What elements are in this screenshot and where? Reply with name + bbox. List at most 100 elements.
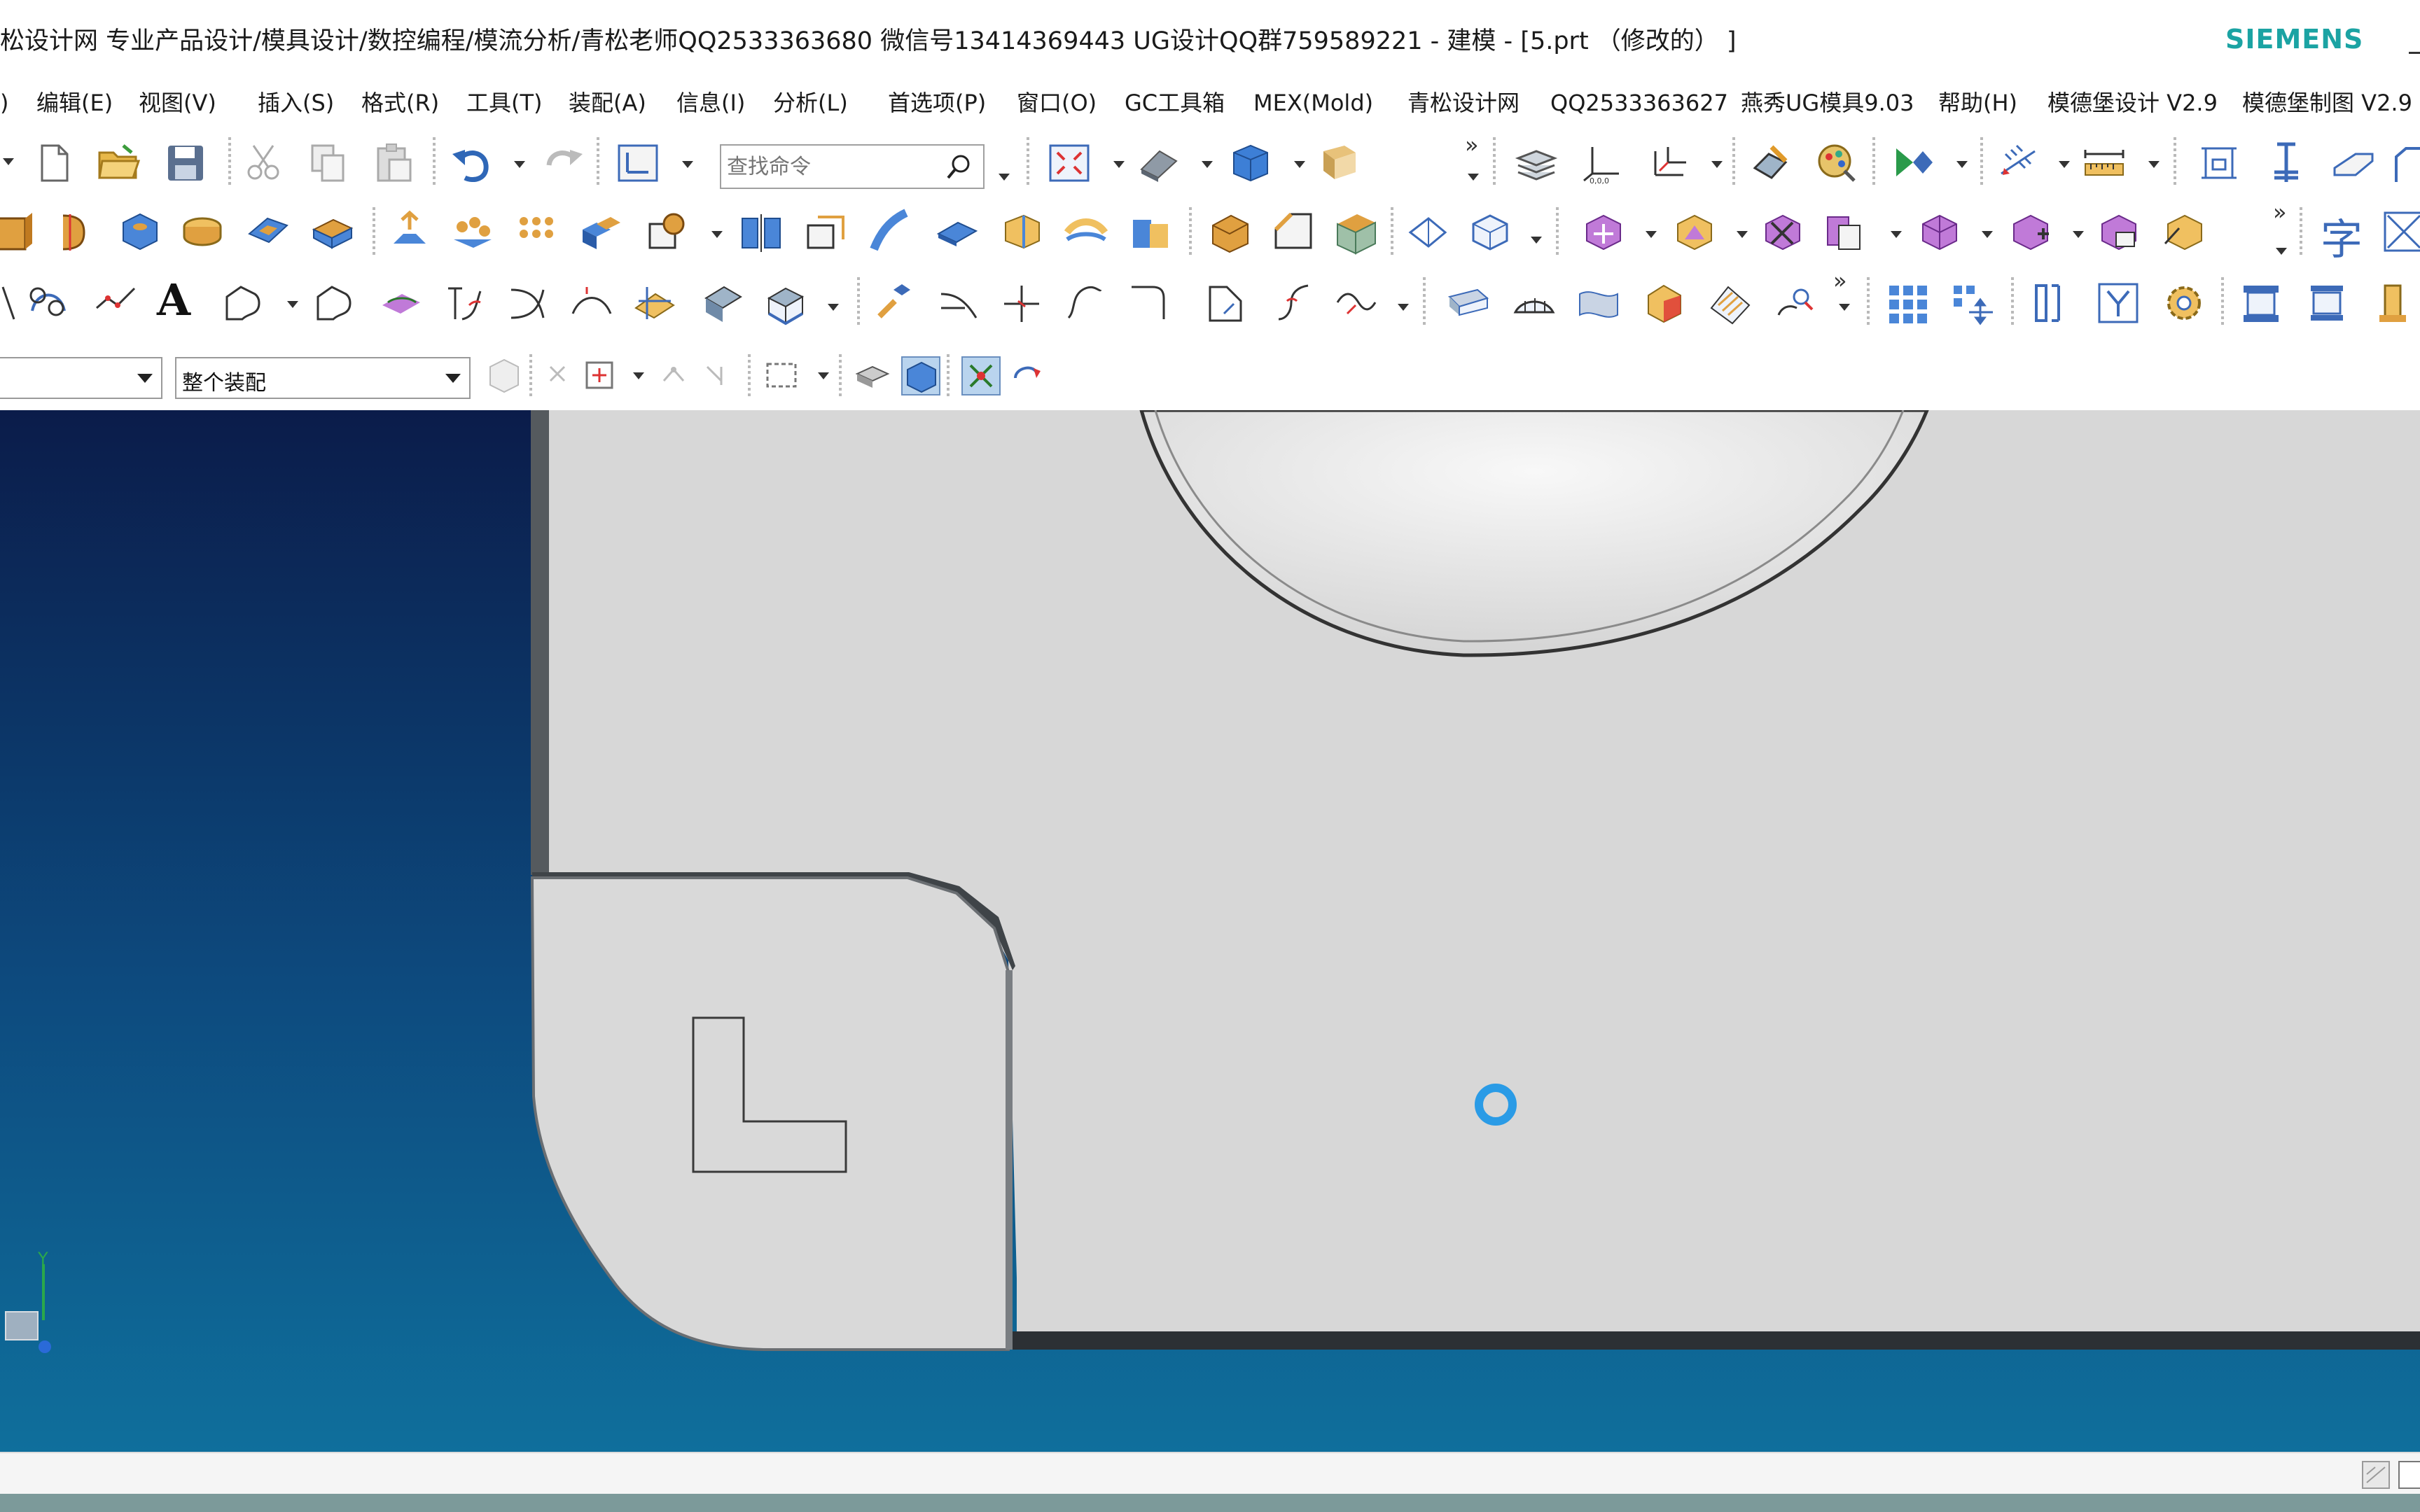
snap-control-icon[interactable] (697, 353, 744, 399)
polygon-icon[interactable] (220, 280, 266, 326)
menu-window[interactable]: 窗口(O) (1017, 85, 1097, 120)
snap-point-icon[interactable] (539, 353, 585, 399)
search-icon[interactable] (945, 153, 973, 181)
fit-view-icon[interactable] (1046, 140, 1092, 186)
ruler-measure-icon[interactable] (2081, 140, 2127, 186)
wcs-dynamics-icon[interactable] (1647, 140, 1693, 186)
orient-view-icon[interactable] (1227, 140, 1273, 186)
gear-icon[interactable] (2161, 280, 2207, 326)
mirror-feature-icon[interactable] (738, 209, 784, 255)
toolbar-overflow-chevron[interactable]: » (1465, 132, 1479, 158)
edit-parameters-icon[interactable] (872, 280, 919, 326)
menu-gc-toolkit[interactable]: GC工具箱 (1125, 85, 1225, 120)
window-controls-edge[interactable] (2409, 31, 2420, 54)
type-filter-select[interactable] (0, 357, 162, 399)
show-hide-dropdown[interactable] (1956, 161, 1968, 168)
select-features-icon[interactable] (850, 353, 896, 399)
rendering-dropdown[interactable] (1202, 161, 1213, 168)
menu-edit[interactable]: 编辑(E) (36, 85, 113, 120)
curve-more-dropdown[interactable] (1398, 304, 1409, 311)
menu-format[interactable]: 格式(R) (361, 85, 439, 120)
menu-mex-mold[interactable]: MEX(Mold) (1253, 85, 1373, 120)
rectangle-select-icon[interactable] (760, 353, 807, 399)
revolve-icon[interactable] (52, 209, 98, 255)
subtract-icon[interactable] (644, 209, 690, 255)
y-split-icon[interactable] (2095, 280, 2141, 326)
surface-edit-icon[interactable] (1405, 209, 1451, 255)
polyline-icon[interactable] (92, 280, 139, 326)
lifter-icon[interactable] (2389, 140, 2420, 186)
pull-dropdown[interactable] (1737, 231, 1748, 238)
undo-dropdown[interactable] (514, 161, 525, 168)
toolbar-options-arrow[interactable] (2276, 248, 2287, 255)
menu-help[interactable]: 帮助(H) (1938, 85, 2017, 120)
menu-qingsong[interactable]: 青松设计网 (1407, 85, 1520, 120)
wcs-menu-arrow[interactable] (1711, 161, 1723, 168)
menu-yanxiu[interactable]: 燕秀UG模具9.03 (1741, 85, 1914, 120)
offset-dropdown[interactable] (1982, 231, 1993, 238)
unite-icon[interactable] (577, 209, 623, 255)
wireframe-icon[interactable] (1466, 209, 1512, 255)
edit-object-display-icon[interactable] (1748, 140, 1794, 186)
layer-stack-icon[interactable] (1512, 140, 1559, 186)
extract-curve-icon[interactable] (762, 280, 808, 326)
menu-view[interactable]: 视图(V) (139, 85, 216, 120)
menu-modebao-design[interactable]: 模德堡设计 V2.9 (2047, 85, 2218, 120)
pad-icon[interactable] (310, 209, 356, 255)
trim-corner-icon[interactable] (936, 280, 982, 326)
resize-dropdown[interactable] (2073, 231, 2084, 238)
new-file-icon[interactable] (31, 140, 77, 186)
pattern-feature-icon[interactable] (450, 209, 496, 255)
text-tool-icon[interactable]: A (157, 274, 190, 326)
snap-endpoint-icon[interactable] (580, 353, 626, 399)
ruled-surface-icon[interactable] (1511, 280, 1557, 326)
selection-scope-select[interactable]: 整个装配 (175, 357, 471, 399)
copy-icon[interactable] (305, 140, 352, 186)
hole-icon[interactable] (116, 209, 162, 255)
slider-icon[interactable] (2330, 140, 2377, 186)
object-color-icon[interactable] (1814, 140, 1860, 186)
toolbar-options-arrow[interactable] (1468, 174, 1479, 181)
show-snap-points-icon[interactable] (958, 353, 1004, 399)
open-folder-icon[interactable] (95, 140, 141, 186)
dimension-icon[interactable] (2381, 209, 2420, 255)
wcs-origin-icon[interactable]: 0,0,0 (1580, 140, 1626, 186)
project-curve-icon[interactable] (378, 280, 424, 326)
pocket-icon[interactable] (245, 209, 291, 255)
sheet-icon[interactable] (1203, 280, 1249, 326)
orient-dropdown[interactable] (1294, 161, 1305, 168)
select-mode-dropdown[interactable] (818, 372, 829, 379)
curve-edit-dropdown[interactable] (828, 304, 839, 311)
swept-surface-icon[interactable] (1576, 280, 1622, 326)
surface-dropdown[interactable] (1839, 304, 1850, 311)
resize-face-icon[interactable] (2007, 209, 2053, 255)
rendering-style-icon[interactable] (1136, 140, 1182, 186)
sweep-icon[interactable] (867, 209, 913, 255)
quick-pick-icon[interactable] (1006, 353, 1052, 399)
menu-insert[interactable]: 插入(S) (258, 85, 334, 120)
save-icon[interactable] (162, 140, 209, 186)
boss-icon[interactable] (179, 209, 225, 255)
wcs-display-icon[interactable] (615, 140, 661, 186)
menu-analysis[interactable]: 分析(L) (773, 85, 848, 120)
bridge-curve-icon[interactable] (569, 280, 615, 326)
delete-face-icon[interactable] (1759, 209, 1805, 255)
cut-icon[interactable] (241, 140, 287, 186)
pattern-face-icon[interactable] (2095, 209, 2141, 255)
pull-face-icon[interactable] (1671, 209, 1717, 255)
ruler-dropdown[interactable] (2148, 161, 2160, 168)
curve-dropdown[interactable] (287, 301, 298, 308)
offset-curve-icon[interactable] (311, 280, 357, 326)
through-curves-icon[interactable] (1445, 280, 1491, 326)
law-curve-icon[interactable] (1333, 280, 1379, 326)
status-grid-icon[interactable] (2361, 1460, 2391, 1490)
standard-part-icon[interactable] (2370, 280, 2416, 326)
pattern-array-icon[interactable] (514, 209, 560, 255)
menu-assembly[interactable]: 装配(A) (569, 85, 646, 120)
draft-icon[interactable] (1333, 209, 1379, 255)
curve-length-icon[interactable] (1062, 280, 1108, 326)
trim-body-icon[interactable] (1127, 209, 1174, 255)
feature-dropdown[interactable] (1531, 237, 1542, 244)
emboss-icon[interactable] (387, 209, 433, 255)
cross-section-icon[interactable] (2161, 209, 2207, 255)
